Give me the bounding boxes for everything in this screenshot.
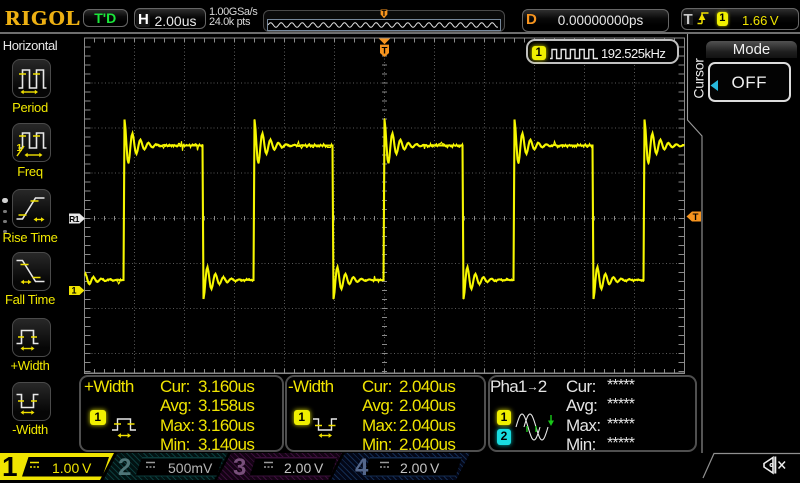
svg-text:T: T xyxy=(693,212,699,223)
svg-text:T: T xyxy=(382,46,388,57)
svg-text:1: 1 xyxy=(71,286,76,296)
svg-text:T: T xyxy=(382,9,387,18)
svg-text:R1: R1 xyxy=(69,214,80,224)
